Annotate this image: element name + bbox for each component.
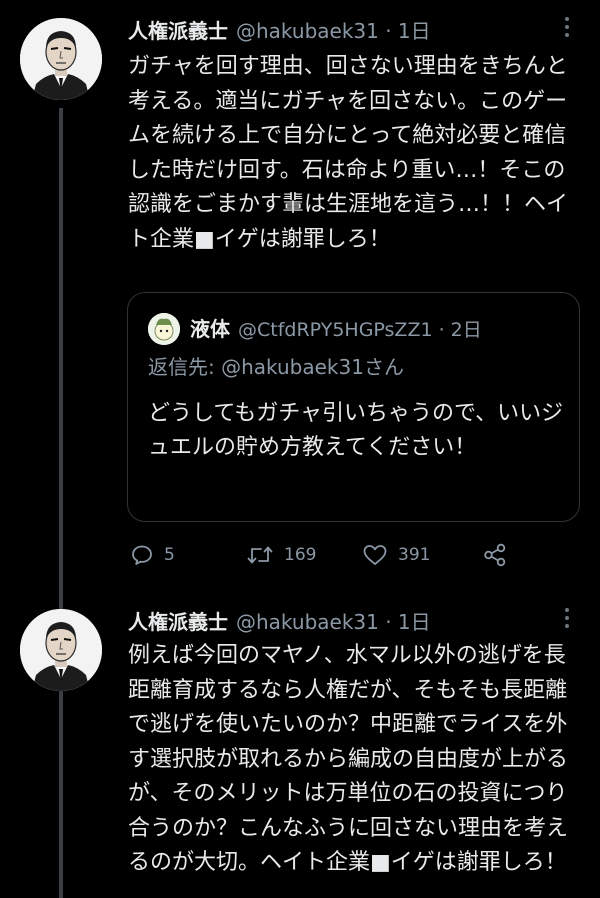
like-count: 391: [398, 545, 431, 565]
quote-author-name: 液体: [190, 317, 230, 341]
tweet-header: 人権派義士 @hakubaek31 · 1日: [128, 15, 431, 45]
quote-header: 液体 @CtfdRPY5HGPsZZ1 · 2日: [190, 313, 482, 342]
author-name[interactable]: 人権派義士: [128, 15, 228, 44]
like-button[interactable]: 391: [362, 540, 430, 570]
reply-icon: [132, 545, 152, 565]
avatar[interactable]: [20, 18, 102, 100]
tweet-text: 例えば今回のマヤノ、水マル以外の逃げを長距離育成するなら人権だが、そもそも長距離…: [128, 643, 569, 875]
quote-reply-to: 返信先: @hakubaek31さん: [148, 355, 404, 379]
quoted-tweet[interactable]: 液体 @CtfdRPY5HGPsZZ1 · 2日 返信先: @hakubaek3…: [127, 292, 580, 522]
tweet-2[interactable]: 人権派義士 @hakubaek31 · 1日 例えば今回のマヤノ、水マル以外の逃…: [0, 590, 600, 898]
share-icon: [484, 543, 506, 567]
author-meta[interactable]: @hakubaek31 · 1日: [236, 15, 431, 44]
retweet-button[interactable]: 169: [246, 540, 316, 570]
avatar[interactable]: [20, 609, 102, 691]
reply-count: 5: [164, 545, 175, 565]
tweet-text: ガチャを回す理由、回さない理由をきちんと考える。適当にガチャを回さない。このゲー…: [128, 54, 569, 252]
share-button[interactable]: [482, 540, 508, 570]
more-icon[interactable]: [556, 603, 578, 633]
author-meta[interactable]: @hakubaek31 · 1日: [236, 606, 431, 635]
author-name[interactable]: 人権派義士: [128, 606, 228, 635]
like-icon: [363, 545, 387, 565]
tweet-1[interactable]: 人権派義士 @hakubaek31 · 1日 ガチャを回す理由、回さない理由をき…: [0, 0, 600, 898]
more-icon[interactable]: [556, 12, 578, 42]
quote-text: どうしてもガチャ引いちゃうので、いいジュエルの貯め方教えてください！: [148, 401, 564, 460]
retweet-icon: [247, 546, 273, 564]
tweet-header: 人権派義士 @hakubaek31 · 1日: [128, 606, 431, 636]
quote-avatar: [148, 313, 180, 345]
retweet-count: 169: [284, 545, 317, 565]
reply-button[interactable]: 5: [130, 540, 175, 570]
quote-author-meta: @CtfdRPY5HGPsZZ1 · 2日: [238, 319, 482, 341]
action-bar: 5 169 391: [130, 540, 590, 570]
